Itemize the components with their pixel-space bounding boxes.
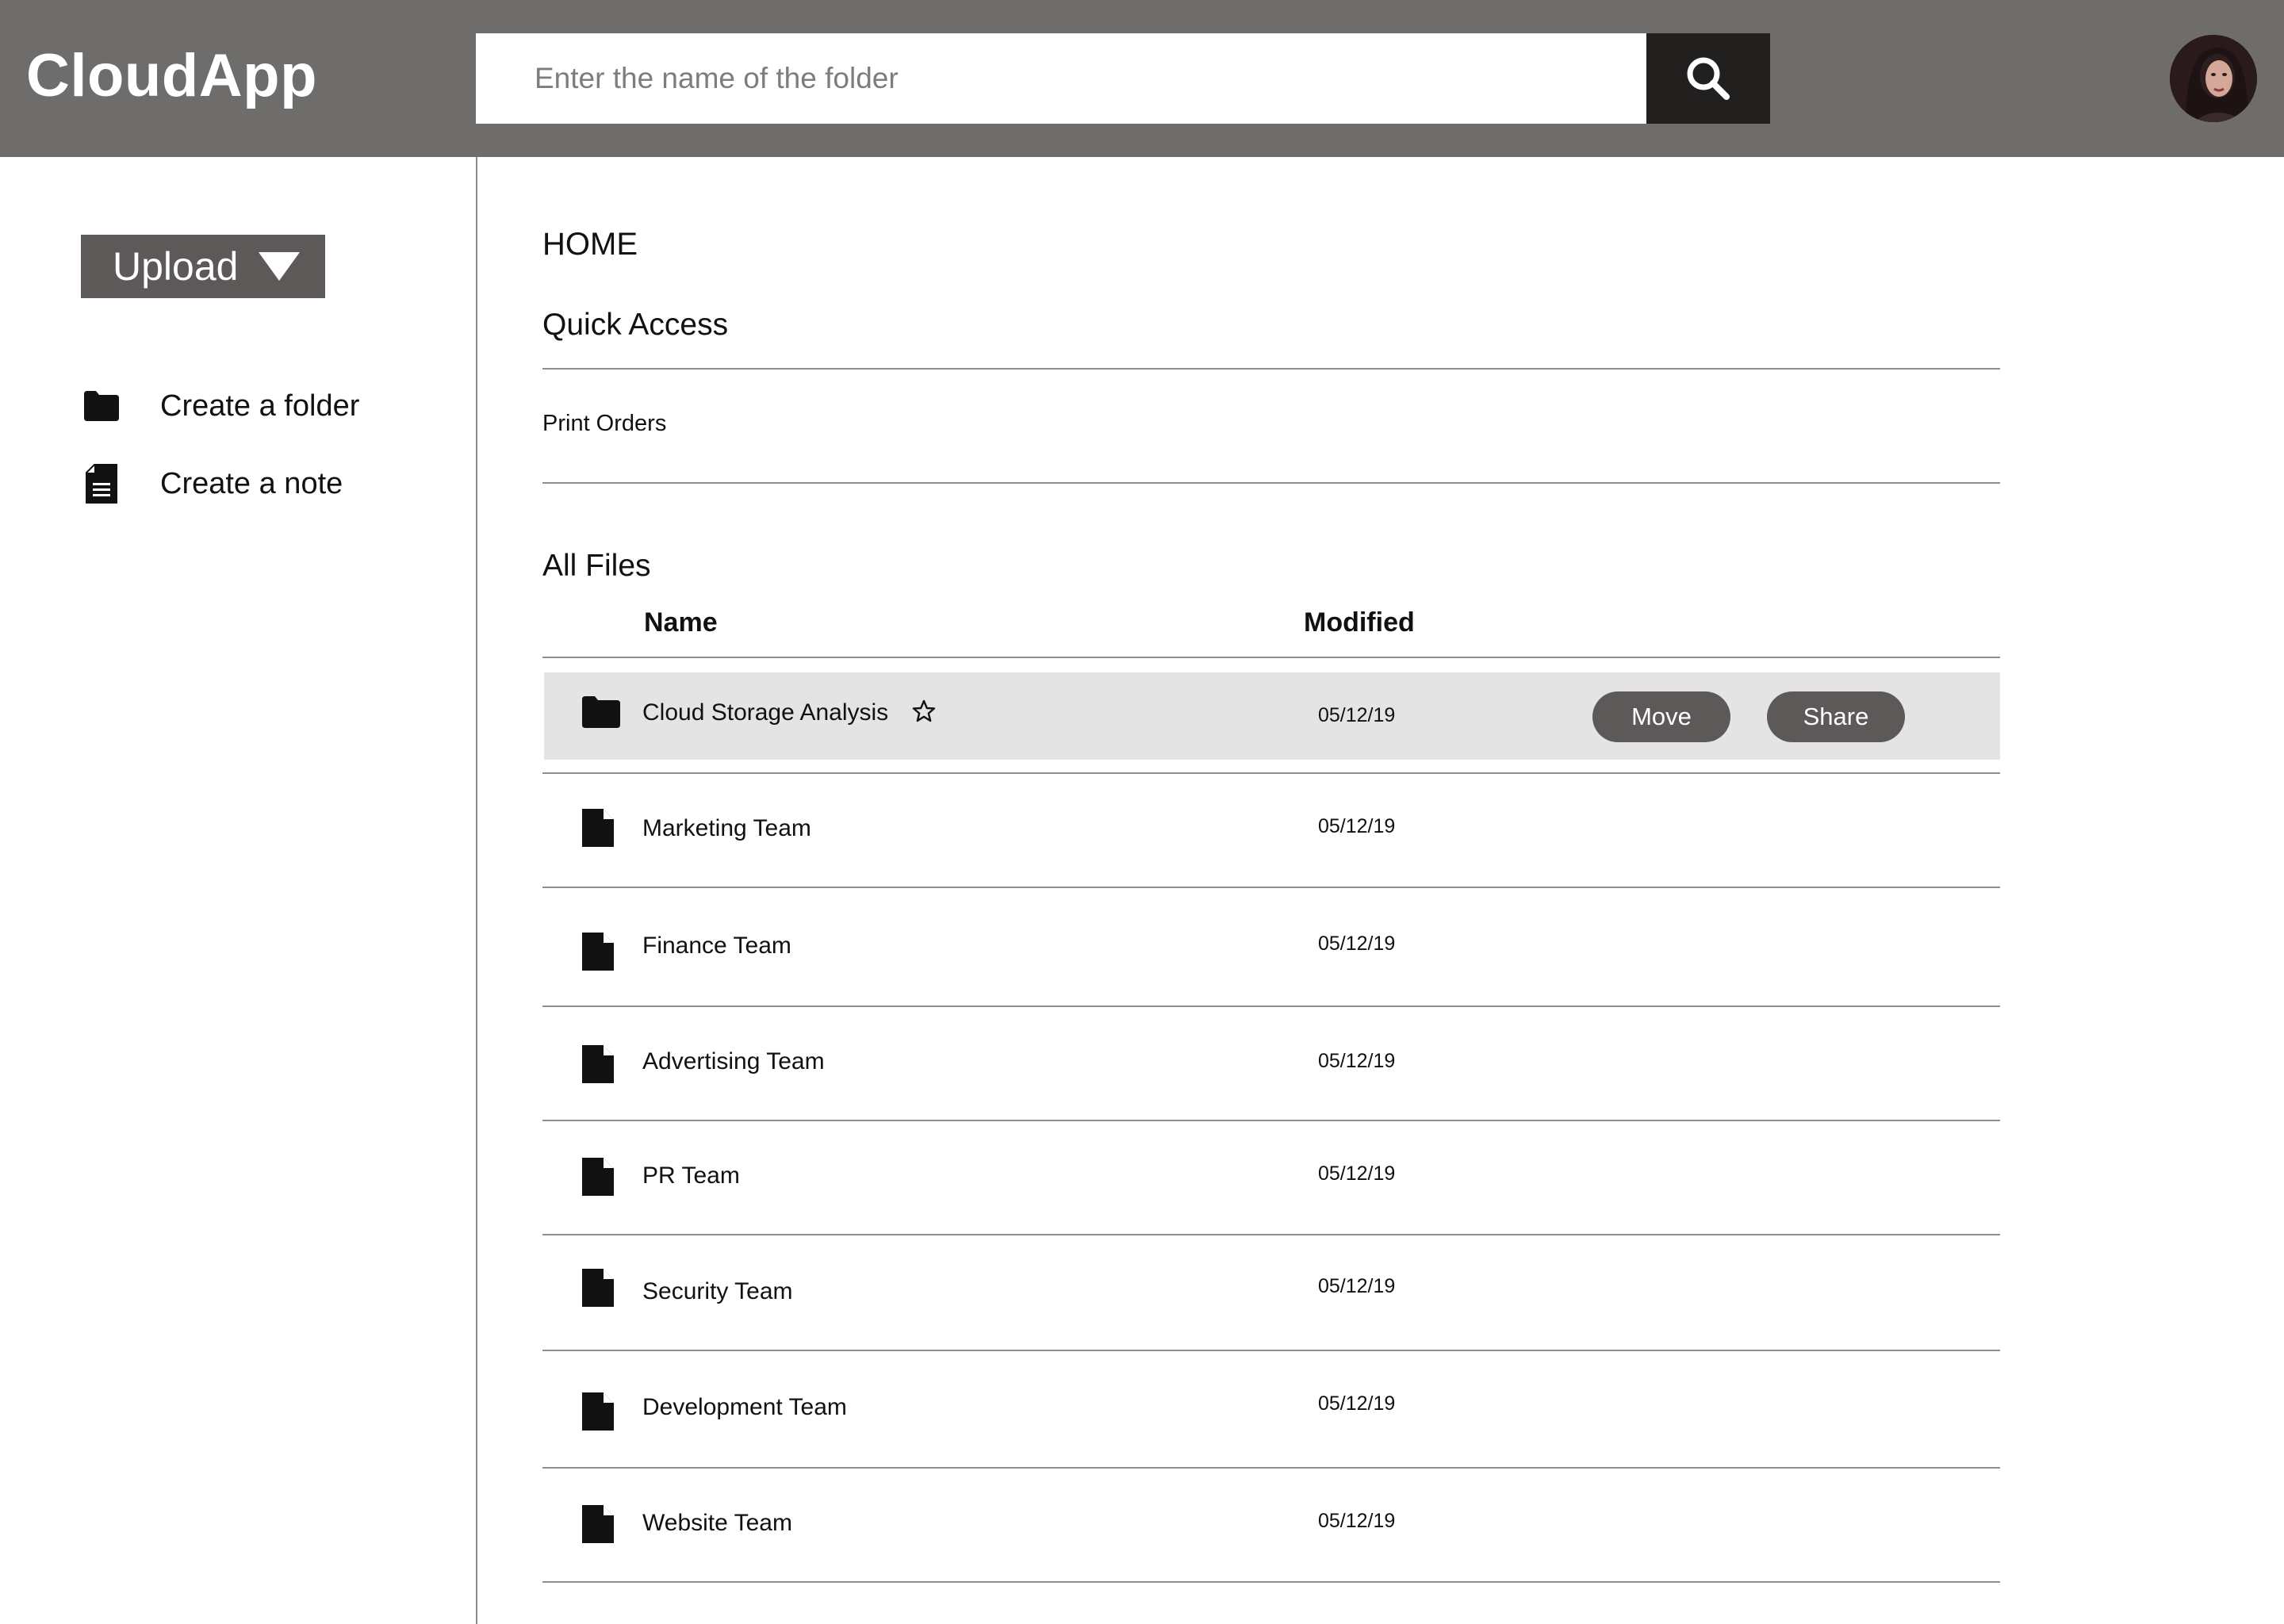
- file-modified-date: 05/12/19: [1318, 1392, 1396, 1415]
- file-modified-date: 05/12/19: [1318, 1510, 1396, 1532]
- folder-search-input[interactable]: [476, 33, 1648, 124]
- search-button[interactable]: [1646, 33, 1770, 124]
- column-header-name[interactable]: Name: [644, 607, 718, 638]
- divider: [542, 1005, 2000, 1007]
- sidebar-divider: [476, 157, 477, 1624]
- table-row[interactable]: Finance Team 05/12/19: [544, 902, 2000, 990]
- folder-icon: [582, 696, 620, 734]
- table-row[interactable]: Security Team 05/12/19: [544, 1248, 2000, 1335]
- create-note-action[interactable]: Create a note: [82, 463, 343, 504]
- document-icon: [582, 809, 617, 847]
- table-row[interactable]: Website Team 05/12/19: [544, 1481, 2000, 1568]
- document-icon: [582, 1158, 617, 1196]
- divider: [542, 1350, 2000, 1351]
- file-modified-date: 05/12/19: [1318, 815, 1396, 837]
- file-name: Website Team: [642, 1510, 792, 1536]
- divider: [542, 1120, 2000, 1121]
- document-icon: [582, 1392, 617, 1431]
- upload-label: Upload: [113, 244, 239, 289]
- divider: [542, 772, 2000, 774]
- divider: [542, 1467, 2000, 1469]
- user-avatar[interactable]: [2170, 35, 2257, 122]
- quick-access-heading: Quick Access: [542, 308, 729, 342]
- file-name: Development Team: [642, 1394, 847, 1420]
- divider: [542, 368, 2000, 370]
- file-modified-date: 05/12/19: [1318, 933, 1396, 955]
- note-icon: [82, 463, 121, 504]
- table-row[interactable]: Marketing Team 05/12/19: [544, 787, 2000, 874]
- search-icon: [1687, 57, 1730, 100]
- file-modified-date: 05/12/19: [1318, 1162, 1396, 1185]
- document-icon: [582, 933, 617, 971]
- app-brand[interactable]: CloudApp: [26, 41, 317, 110]
- divider: [542, 1581, 2000, 1583]
- move-button[interactable]: Move: [1592, 691, 1730, 742]
- file-modified-date: 05/12/19: [1318, 704, 1396, 726]
- table-row[interactable]: Advertising Team 05/12/19: [544, 1020, 2000, 1107]
- file-name: Cloud Storage Analysis: [642, 699, 889, 726]
- file-name: Advertising Team: [642, 1048, 825, 1074]
- caret-down-icon: [259, 252, 301, 281]
- quick-access-item[interactable]: Print Orders: [542, 411, 666, 437]
- upload-button[interactable]: Upload: [81, 235, 325, 298]
- column-header-modified[interactable]: Modified: [1304, 607, 1415, 638]
- table-row[interactable]: PR Team 05/12/19: [544, 1134, 2000, 1221]
- create-folder-action[interactable]: Create a folder: [82, 385, 359, 427]
- file-modified-date: 05/12/19: [1318, 1275, 1396, 1297]
- divider: [542, 482, 2000, 484]
- divider: [542, 1234, 2000, 1235]
- top-header: CloudApp: [0, 0, 2284, 157]
- share-button[interactable]: Share: [1767, 691, 1905, 742]
- folder-icon: [82, 385, 121, 427]
- create-folder-label: Create a folder: [160, 389, 360, 423]
- file-name: PR Team: [642, 1162, 740, 1189]
- divider: [542, 887, 2000, 888]
- star-outline-icon[interactable]: [912, 699, 936, 727]
- create-note-label: Create a note: [160, 466, 343, 500]
- table-row[interactable]: Development Team 05/12/19: [544, 1364, 2000, 1451]
- page-title: HOME: [542, 227, 638, 262]
- all-files-heading: All Files: [542, 549, 651, 583]
- divider: [542, 657, 2000, 658]
- file-name: Marketing Team: [642, 815, 811, 841]
- document-icon: [582, 1269, 617, 1307]
- file-name: Security Team: [642, 1278, 793, 1304]
- avatar-portrait: [2170, 35, 2257, 122]
- file-name: Finance Team: [642, 933, 791, 959]
- file-modified-date: 05/12/19: [1318, 1050, 1396, 1072]
- document-icon: [582, 1505, 617, 1543]
- document-icon: [582, 1045, 617, 1083]
- table-row[interactable]: Cloud Storage Analysis 05/12/19 Move Sha…: [544, 672, 2000, 760]
